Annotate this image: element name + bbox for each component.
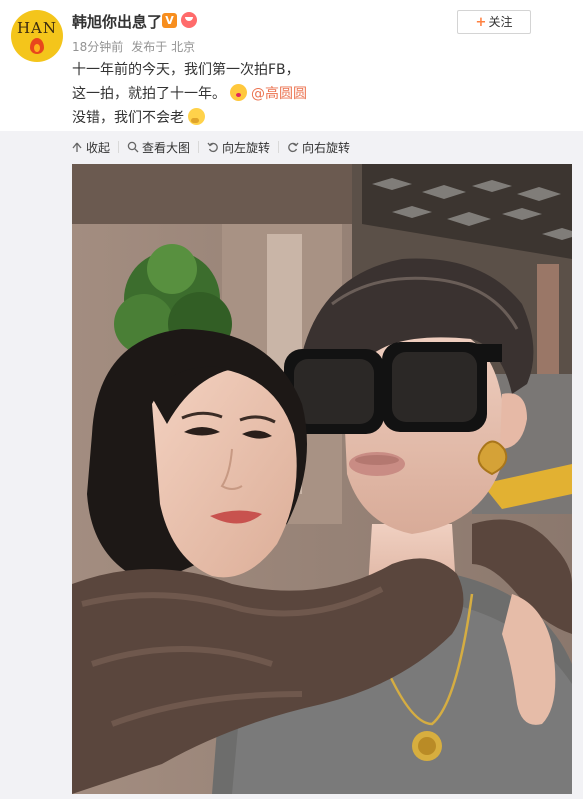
post-time[interactable]: 18分钟前 [72,40,123,54]
kiss-emoji-icon [230,84,247,101]
view-large-button[interactable]: 查看大图 [127,139,190,156]
follow-button[interactable]: + 关注 [457,10,531,34]
post-text: 十一年前的今天，我们第一次拍FB， 这一拍，就拍了十一年。 @高圆圆 没错，我们不… [72,58,552,130]
thinking-emoji-icon [188,108,205,125]
member-badge-icon [181,12,197,28]
follow-label: 关注 [488,15,513,29]
collapse-button[interactable]: 收起 [71,139,110,156]
weibo-post-card: HAN 韩旭你出息了 V 18分钟前 发布于 北京 + 关注 十一年前的今天，我们第… [0,0,583,799]
toolbar-divider [278,141,280,153]
post-line-1: 十一年前的今天，我们第一次拍FB， [72,62,300,78]
toolbar-divider [118,141,120,153]
post-line-3: 没错，我们不会老 [72,106,552,130]
collapse-icon [72,142,82,152]
post-line-2-text: 这一拍，就拍了十一年。 [72,86,226,102]
username[interactable]: 韩旭你出息了 [72,11,162,32]
search-icon [127,141,139,153]
rotate-left-icon [207,142,218,153]
rotate-right-button[interactable]: 向右旋转 [287,139,350,156]
avatar[interactable]: HAN [11,10,63,62]
rotate-right-icon [288,142,299,153]
selfie-photo-illustration [72,164,572,794]
view-large-label: 查看大图 [142,140,191,155]
verified-badge-icon: V [162,13,177,28]
collapse-label: 收起 [86,140,111,155]
mention-link[interactable]: @高圆圆 [251,86,307,102]
toolbar-divider [198,141,200,153]
post-line-2: 这一拍，就拍了十一年。 @高圆圆 [72,82,552,106]
rotate-left-label: 向左旋转 [222,140,271,155]
plus-icon: + [475,15,487,30]
avatar-text: HAN [16,19,58,37]
rotate-left-button[interactable]: 向左旋转 [207,139,270,156]
flame-icon [30,38,44,54]
image-toolbar: 收起 查看大图 向左旋转 向右旋转 [71,137,366,157]
post-source: 发布于 北京 [131,40,196,54]
rotate-right-label: 向右旋转 [302,140,351,155]
post-meta: 18分钟前 发布于 北京 [72,38,203,55]
post-photo[interactable] [72,164,572,794]
post-line-3-text: 没错，我们不会老 [72,110,184,126]
